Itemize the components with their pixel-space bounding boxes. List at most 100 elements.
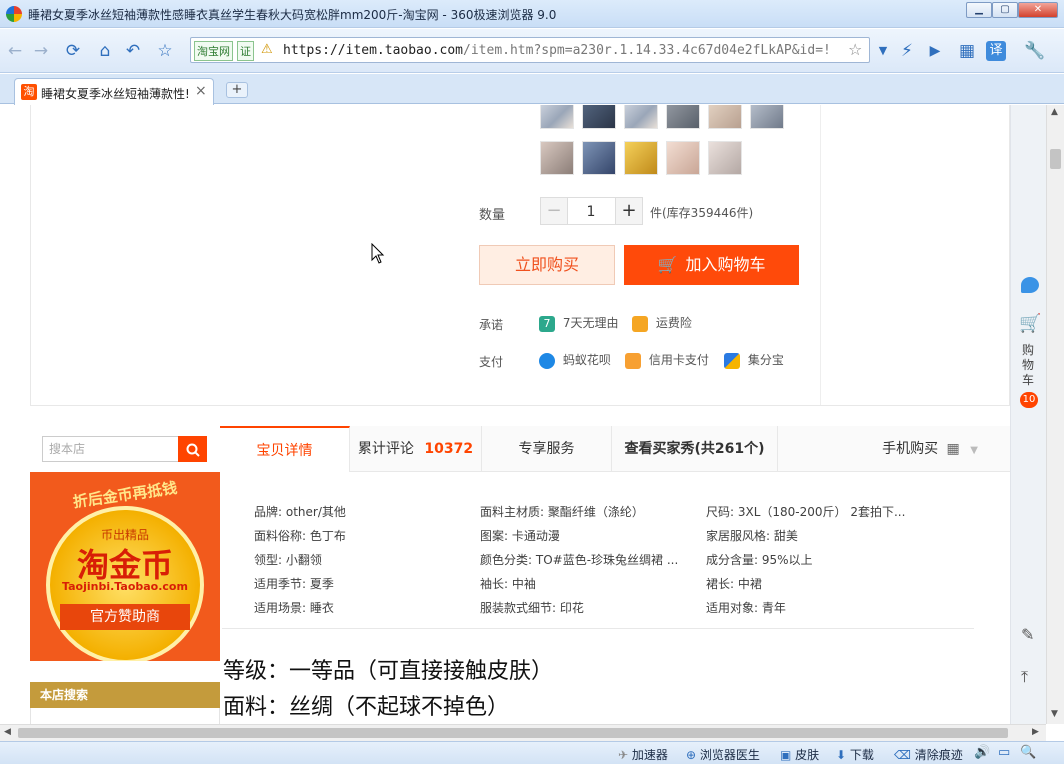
address-bar[interactable]: 淘宝网 证 ⚠ https://item.taobao.com/item.htm… [190,37,870,63]
cart-icon[interactable]: 🛒 [1019,313,1041,334]
status-accelerator[interactable]: ✈ 加速器 [618,746,668,763]
tab-bar: 淘 睡裙女夏季冰丝短袖薄款性! × + [0,74,1064,105]
taobao-favicon: 淘 [21,84,37,100]
status-doctor-label: 浏览器医生 [699,748,760,762]
scroll-down-arrow[interactable]: ▼ [1051,709,1058,719]
add-to-cart-label: 加入购物车 [685,255,766,274]
thumbnail[interactable] [624,141,658,175]
tab-buyer-show[interactable]: 查看买家秀(共261个) [612,426,778,472]
attribute-item: 家居服风格: 甜美 [706,529,798,543]
maximize-button[interactable]: ▢ [992,2,1018,18]
quantity-minus-button[interactable]: − [540,197,568,225]
attribute-item: 尺码: 3XL（180-200斤） 2套拍下... [706,505,906,519]
thumbnail[interactable] [666,105,700,129]
attribute-item: 成分含量: 95%以上 [706,553,813,567]
accelerator-icon: ✈ [618,748,629,762]
thumbnail[interactable] [540,105,574,129]
scroll-left-arrow[interactable]: ◀ [4,727,11,737]
tab-service[interactable]: 专享服务 [482,426,612,472]
thumbnail[interactable] [750,105,784,129]
edit-pencil-icon[interactable]: ✎ [1021,625,1034,644]
tab-item-detail[interactable]: 宝贝详情 [220,426,350,472]
scroll-h-thumb[interactable] [18,728,1008,738]
refresh-icon[interactable]: ⟳ [62,40,84,62]
new-tab-button[interactable]: + [226,82,248,98]
promise-7day[interactable]: 7 7天无理由 [539,314,618,332]
extensions-icon[interactable]: ▦ [956,40,978,62]
doctor-icon: ⊕ [686,748,697,762]
pay-huabei[interactable]: 蚂蚁花呗 [539,351,611,369]
verify-badge: 证 [237,41,254,61]
favorite-star-icon[interactable]: ☆ [154,40,176,62]
cart-icon: 🛒 [657,255,678,274]
banner-bottom-ribbon: 官方赞助商 [60,604,190,630]
home-icon[interactable]: ⌂ [94,40,116,62]
promise-freight-insurance[interactable]: 运费险 [632,314,692,332]
thumbnail[interactable] [582,105,616,129]
back-to-top-icon[interactable]: ⤒ [1021,667,1028,687]
attribute-item: 服装款式细节: 印花 [480,601,584,615]
shop-search-input[interactable]: 搜本店 [42,436,178,462]
attribute-item: 面料主材质: 聚酯纤维（涤纶） [480,505,644,519]
skin-icon: ▣ [780,748,792,762]
forward-icon[interactable]: → [30,40,52,62]
status-download-label: 下载 [849,748,874,762]
buy-now-button[interactable]: 立即购买 [479,245,615,285]
lightning-icon[interactable]: ⚡ [896,40,918,62]
back-icon[interactable]: ← [4,40,26,62]
chat-bird-icon[interactable] [1021,277,1039,293]
thumbnail[interactable] [624,105,658,129]
thumbnail[interactable] [708,141,742,175]
window-mode-icon[interactable]: ▭ [998,745,1010,760]
translate-icon[interactable]: 译 [986,41,1006,61]
huabei-icon [539,352,555,369]
minimize-button[interactable]: ▁ [966,2,992,18]
status-clear-label: 清除痕迹 [914,748,963,762]
status-doctor[interactable]: ⊕ 浏览器医生 [686,746,760,763]
zoom-icon[interactable]: 🔍 [1020,745,1036,760]
tab-reviews[interactable]: 累计评论 10372 [350,426,482,472]
thumbnail[interactable] [540,141,574,175]
qrcode-icon: ▦ [946,441,960,457]
volume-icon[interactable]: 🔊 [974,745,990,760]
taojinbi-banner[interactable]: 折后金币再抵钱 币出精品 淘金币 Taojinbi.Taobao.com 官方赞… [30,472,220,661]
thumbnail[interactable] [708,105,742,129]
thumbnail[interactable] [666,141,700,175]
status-skin[interactable]: ▣ 皮肤 [780,746,819,763]
seven-day-icon: 7 [539,315,555,332]
tab-reviews-label: 累计评论 [357,441,414,457]
description-line-2: 面料：丝绸（不起球不掉色） [223,695,510,720]
status-download[interactable]: ⬇ 下载 [836,746,874,763]
address-dropdown-icon[interactable]: ▼ [872,40,894,62]
tools-wrench-icon[interactable]: 🔧 [1024,40,1046,62]
cart-label[interactable]: 购物车 [1022,343,1036,388]
add-to-cart-button[interactable]: 🛒 加入购物车 [624,245,799,285]
play-icon[interactable]: ▶ [924,40,946,62]
quantity-plus-button[interactable]: + [615,197,643,225]
bookmark-star-icon[interactable]: ☆ [848,40,862,59]
vertical-scrollbar[interactable]: ▲ ▼ [1046,105,1064,724]
tab-close-icon[interactable]: × [195,83,207,99]
quantity-input[interactable]: 1 [567,197,615,225]
shop-search-button[interactable] [178,436,207,462]
pay-credit-card[interactable]: 信用卡支付 [625,351,709,369]
status-clear[interactable]: ⌫ 清除痕迹 [894,746,963,763]
browser-logo-icon [6,6,22,22]
pay-jifenbao[interactable]: 集分宝 [724,351,784,369]
tab-mobile-buy[interactable]: 手机购买 ▦ ▼ [860,426,1000,472]
thumbnail[interactable] [582,141,616,175]
attribute-item: 品牌: other/其他 [254,505,346,519]
close-window-button[interactable]: ✕ [1018,2,1058,18]
scroll-right-arrow[interactable]: ▶ [1032,727,1039,737]
page-content: 数量 − 1 + 件(库存359446件) 立即购买 🛒 加入购物车 承诺 7 7… [0,105,1064,724]
payment-label: 支付 [479,355,504,369]
horizontal-scrollbar[interactable]: ◀ ▶ [0,724,1046,741]
url-text[interactable]: https://item.taobao.com/item.htm?spm=a23… [283,43,843,58]
status-skin-label: 皮肤 [795,748,820,762]
scroll-thumb[interactable] [1050,149,1061,169]
browser-tab-active[interactable]: 淘 睡裙女夏季冰丝短袖薄款性! × [14,78,214,105]
attribute-item: 面料俗称: 色丁布 [254,529,346,543]
scroll-up-arrow[interactable]: ▲ [1051,107,1058,117]
status-accelerator-label: 加速器 [631,748,668,762]
undo-icon[interactable]: ↶ [122,40,144,62]
